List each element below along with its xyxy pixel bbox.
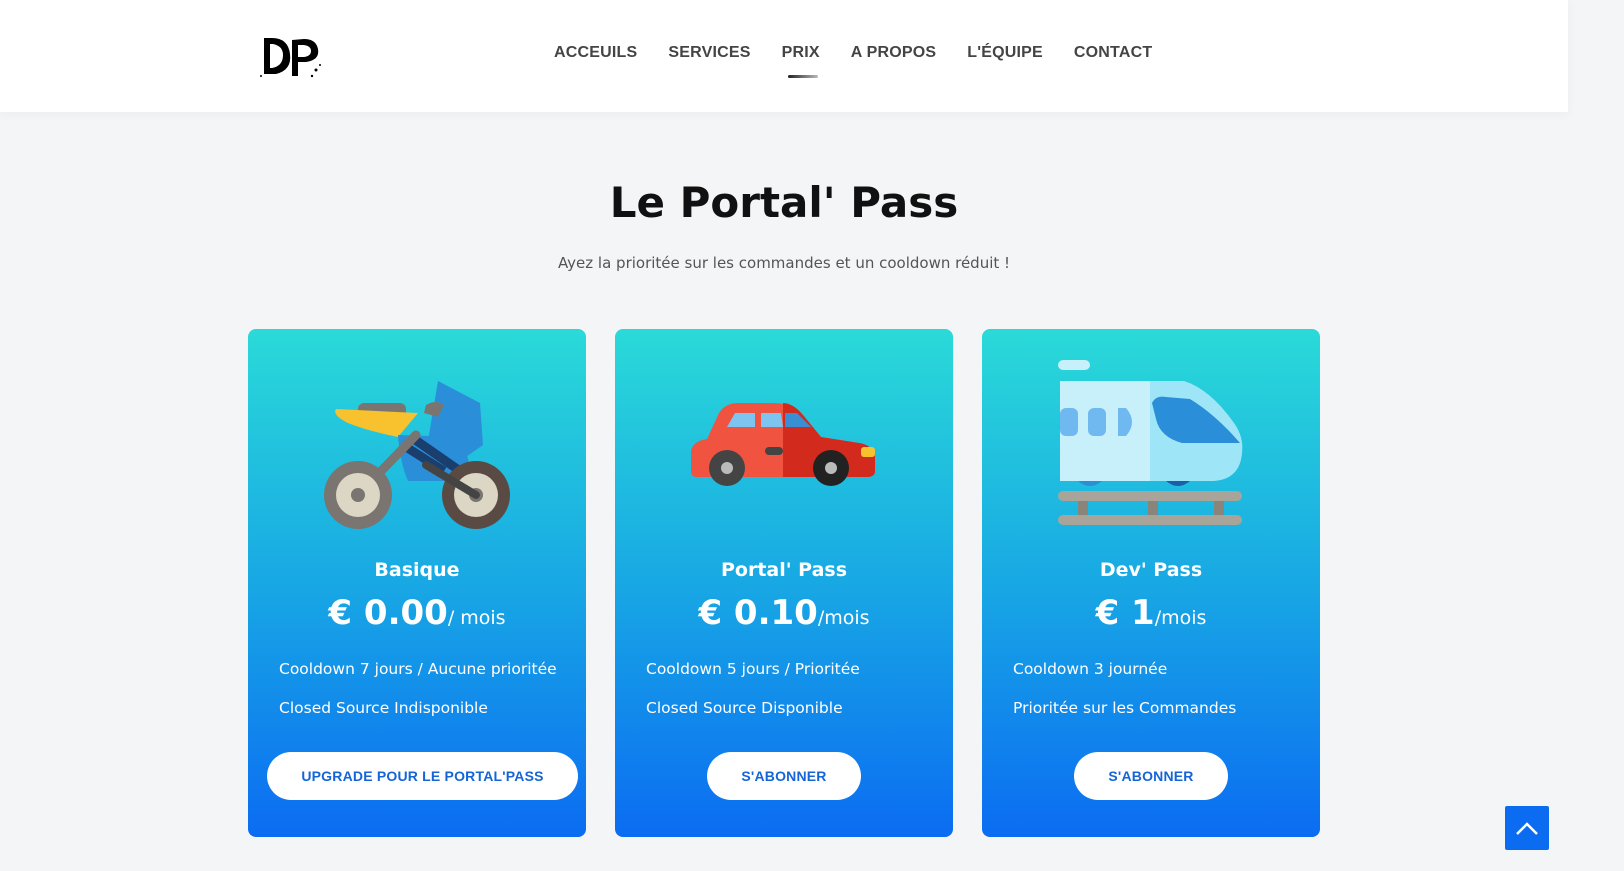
plan-name: Dev' Pass: [1099, 559, 1203, 581]
price-amount: € 0.00: [328, 593, 448, 633]
nav-label: SERVICES: [668, 44, 751, 61]
feature-item: Closed Source Indisponible: [279, 699, 488, 717]
plan-name: Portal' Pass: [720, 559, 848, 581]
chevron-up-icon: [1516, 822, 1538, 835]
plan-features: Cooldown 7 jours / Aucune prioritée Clos…: [279, 660, 557, 738]
section-subtitle: Ayez la prioritée sur les commandes et u…: [557, 254, 1011, 272]
site-header: ACCEUILS SERVICES PRIX A PROPOS L'ÉQUIPE…: [0, 0, 1568, 112]
plan-features: Cooldown 5 jours / Prioritée Closed Sour…: [646, 660, 860, 738]
nav-label: CONTACT: [1073, 44, 1153, 61]
price-amount: € 0.10: [698, 593, 818, 633]
main-nav: ACCEUILS SERVICES PRIX A PROPOS L'ÉQUIPE…: [554, 44, 1152, 78]
subscribe-button[interactable]: S'ABONNER: [707, 752, 861, 800]
nav-prix[interactable]: PRIX: [781, 44, 820, 78]
active-underline: [787, 75, 818, 78]
train-icon: [1058, 360, 1243, 525]
nav-a-propos[interactable]: A PROPOS: [851, 44, 936, 62]
nav-label: PRIX: [781, 44, 820, 61]
nav-equipe[interactable]: L'ÉQUIPE: [967, 44, 1043, 62]
nav-contact[interactable]: CONTACT: [1074, 44, 1152, 62]
feature-item: Closed Source Disponible: [646, 699, 843, 717]
nav-acceuils[interactable]: ACCEUILS: [554, 44, 637, 62]
price-period: /mois: [817, 607, 870, 629]
price-period: /mois: [1154, 607, 1207, 629]
nav-label: ACCEUILS: [554, 44, 638, 61]
feature-item: Cooldown 3 journée: [1013, 660, 1168, 678]
plan-features: Cooldown 3 journée Prioritée sur les Com…: [1013, 660, 1236, 738]
subscribe-button[interactable]: S'ABONNER: [1074, 752, 1228, 800]
logo-dp[interactable]: [258, 30, 324, 82]
upgrade-button[interactable]: UPGRADE POUR LE PORTAL'PASS: [267, 752, 578, 800]
price-period: / mois: [447, 607, 506, 629]
pricing-card-basique: Basique € 0.00/ mois Cooldown 7 jours / …: [248, 329, 586, 837]
back-to-top-button[interactable]: [1505, 806, 1549, 850]
pricing-card-dev-pass: Dev' Pass € 1/mois Cooldown 3 journée Pr…: [982, 329, 1320, 837]
feature-item: Cooldown 5 jours / Prioritée: [646, 660, 860, 678]
motorcycle-icon: [324, 381, 510, 529]
plan-name: Basique: [374, 559, 460, 581]
price-amount: € 1: [1095, 593, 1155, 633]
nav-services[interactable]: SERVICES: [668, 44, 750, 62]
nav-label: L'ÉQUIPE: [967, 44, 1043, 61]
plan-price: € 1/mois: [982, 593, 1320, 633]
feature-item: Prioritée sur les Commandes: [1013, 699, 1237, 717]
feature-item: Cooldown 7 jours / Aucune prioritée: [279, 660, 557, 678]
section-title: Le Portal' Pass: [609, 178, 959, 227]
plan-price: € 0.10/mois: [615, 593, 953, 633]
pricing-card-portal-pass: Portal' Pass € 0.10/mois Cooldown 5 jour…: [615, 329, 953, 837]
nav-label: A PROPOS: [850, 44, 937, 61]
plan-price: € 0.00/ mois: [248, 593, 586, 633]
car-icon: [691, 403, 875, 486]
